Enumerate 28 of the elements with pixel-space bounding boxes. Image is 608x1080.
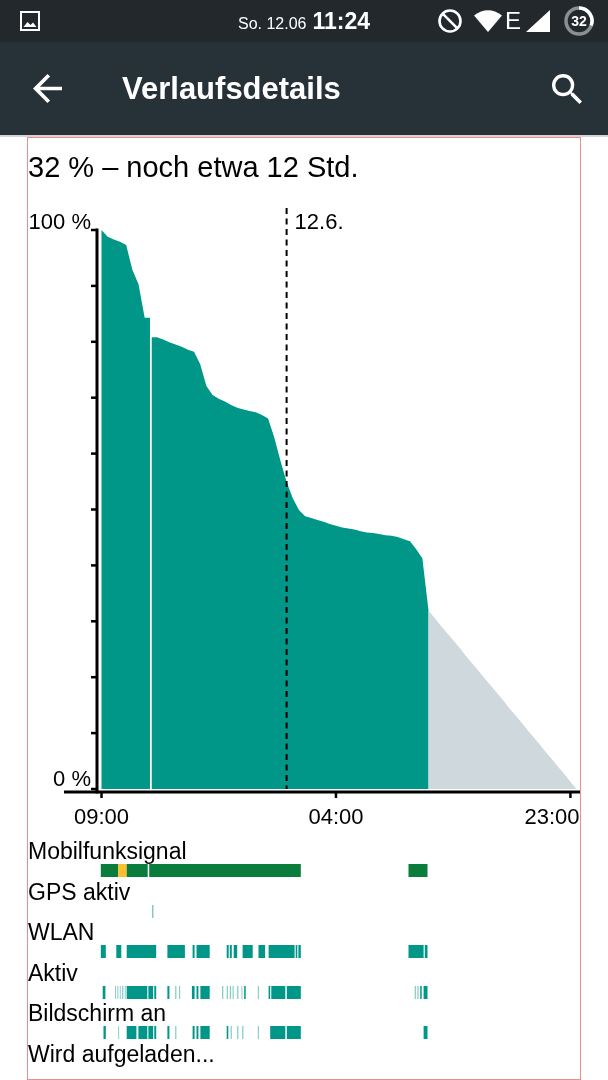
timeline-label: Wird aufgeladen... [28,1040,215,1067]
prohibited-icon [438,9,462,33]
back-arrow-icon [33,74,62,103]
date-label: 12.6. [294,209,344,234]
timeline-label: Mobilfunksignal [28,838,187,864]
network-type: E [505,9,521,33]
cell-signal-icon [526,10,550,32]
x-tick-label: 04:00 [308,804,364,829]
search-button[interactable] [552,73,582,104]
timeline-label: Bildschirm an [28,1000,167,1026]
timeline-label: WLAN [28,919,95,945]
y-tick-label: 100 % [28,209,91,234]
back-button[interactable] [33,74,62,103]
x-tick-label: 23:00 [524,804,580,829]
status-date: So. 12.06 [237,14,307,34]
wifi-icon [474,10,502,32]
search-icon [552,73,582,104]
battery-percent: 32 [571,13,587,29]
battery-ring-icon [564,6,594,36]
screen-title: Verlaufsdetails [122,70,341,107]
x-tick-label: 09:00 [73,804,130,829]
y-tick-label: 0 % [53,766,91,791]
battery-summary: 32 % – noch etwa 12 Std. [28,150,359,184]
timeline-label: Aktiv [28,959,78,986]
gps-timeline [152,904,154,918]
status-time: 11:24 [312,7,371,35]
image-notification-icon [20,11,40,31]
timeline-label: GPS aktiv [28,878,131,905]
